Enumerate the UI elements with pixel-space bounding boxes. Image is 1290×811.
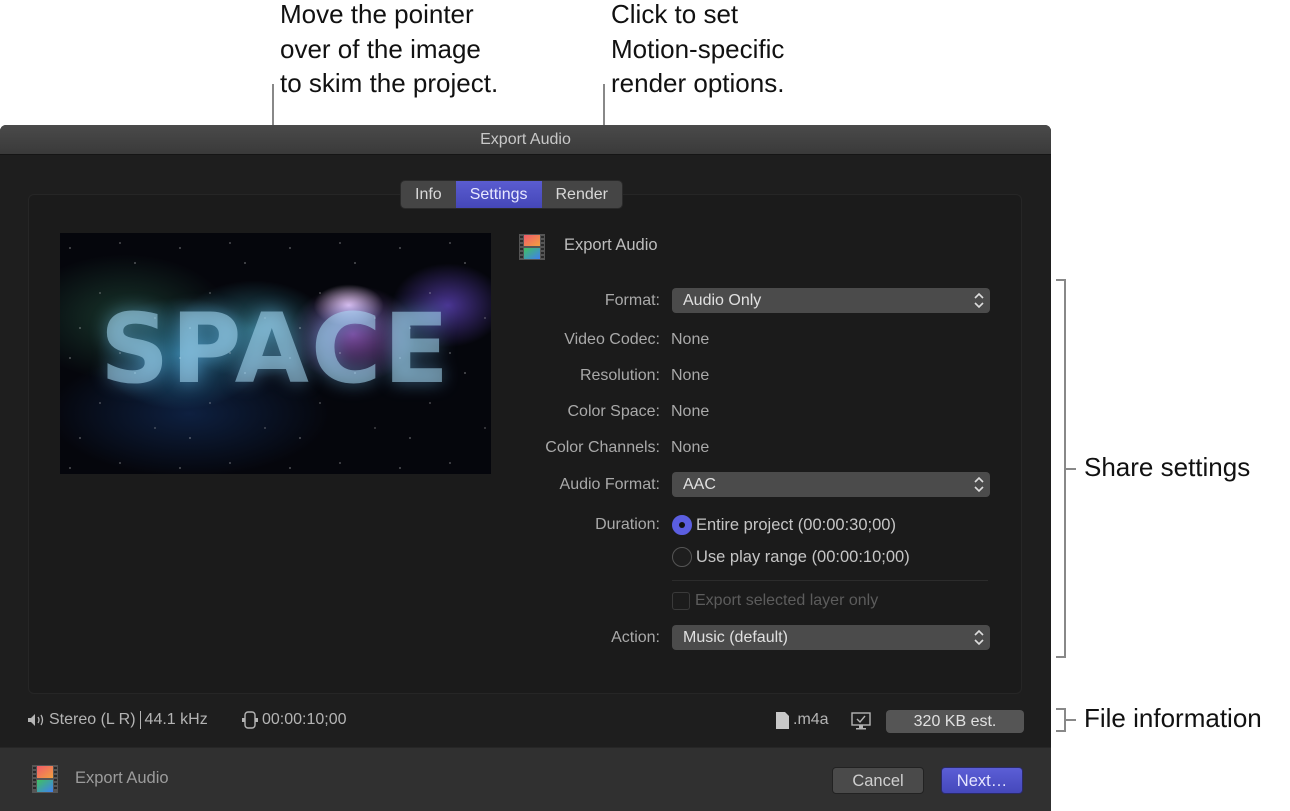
- color-space-value: None: [671, 403, 710, 420]
- up-down-chevron-icon: [974, 292, 984, 309]
- callout-render: Click to set Motion-specific render opti…: [611, 0, 785, 98]
- dialog-footer: Export Audio Cancel Next…: [0, 747, 1051, 811]
- cancel-button[interactable]: Cancel: [832, 767, 924, 794]
- audio-format-label: Audio Format:: [559, 476, 660, 493]
- next-button[interactable]: Next…: [941, 767, 1023, 794]
- preview-title-text: SPACE: [99, 293, 451, 405]
- duration-label: Duration:: [595, 516, 660, 533]
- duration-clip-icon: [242, 711, 258, 729]
- duration-play-range-radio[interactable]: Use play range (00:00:10;00): [672, 546, 910, 568]
- file-info-bar: Stereo (L R) 44.1 kHz 00:00:10;00 .m4a 3…: [0, 701, 1051, 745]
- color-channels-value: None: [671, 439, 710, 456]
- resolution-row: Resolution: None: [510, 363, 990, 389]
- share-settings-bracket-tick: [1066, 468, 1076, 470]
- radio-button[interactable]: [672, 547, 692, 567]
- audio-format-select[interactable]: AAC: [672, 472, 990, 497]
- action-row: Action: Music (default): [510, 625, 990, 651]
- settings-header-title: Export Audio: [564, 236, 658, 254]
- action-label: Action:: [611, 629, 660, 646]
- window-title: Export Audio: [0, 125, 1051, 155]
- video-codec-value: None: [671, 331, 710, 348]
- audio-info: Stereo (L R) 44.1 kHz: [27, 711, 208, 729]
- duration-info: 00:00:10;00: [242, 711, 347, 729]
- resolution-label: Resolution:: [579, 367, 660, 384]
- project-preview-image[interactable]: SPACE: [60, 233, 491, 474]
- format-value: Audio Only: [683, 292, 762, 309]
- speaker-icon: [28, 714, 44, 726]
- file-info-bracket-tick: [1066, 719, 1076, 721]
- action-select[interactable]: Music (default): [672, 625, 990, 650]
- duration-entire-project-radio[interactable]: Entire project (00:00:30;00): [672, 514, 896, 536]
- export-selected-layer-label: Export selected layer only: [695, 592, 879, 609]
- action-value: Music (default): [683, 629, 788, 646]
- format-select[interactable]: Audio Only: [672, 288, 990, 313]
- color-space-row: Color Space: None: [510, 399, 990, 425]
- tab-bar: Info Settings Render: [401, 181, 622, 208]
- audio-channels-text: Stereo (L R): [49, 711, 136, 728]
- tab-info[interactable]: Info: [401, 181, 456, 208]
- audio-format-row: Audio Format: AAC: [510, 472, 990, 498]
- callout-share-settings: Share settings: [1084, 452, 1251, 482]
- file-extension-text: .m4a: [793, 711, 829, 728]
- format-label: Format:: [604, 292, 660, 309]
- export-selected-layer-checkbox-row: Export selected layer only: [672, 592, 878, 610]
- callout-file-information: File information: [1084, 703, 1262, 733]
- footer-title: Export Audio: [75, 769, 169, 787]
- resolution-value: None: [671, 367, 710, 384]
- color-channels-label: Color Channels:: [545, 439, 660, 456]
- export-audio-window: Export Audio Info Settings Render SPACE …: [0, 125, 1051, 811]
- video-codec-row: Video Codec: None: [510, 327, 990, 353]
- duration-text: 00:00:10;00: [262, 711, 347, 728]
- document-icon: [776, 711, 789, 729]
- callout-skim: Move the pointer over of the image to sk…: [280, 0, 499, 98]
- radio-button-selected[interactable]: [672, 515, 692, 535]
- export-selected-layer-checkbox[interactable]: [672, 592, 690, 610]
- file-info-bracket: [1056, 708, 1066, 732]
- info-separator: [139, 711, 141, 729]
- duration-entire-project-label: Entire project (00:00:30;00): [696, 515, 896, 534]
- video-codec-label: Video Codec:: [564, 331, 660, 348]
- sample-rate-text: 44.1 kHz: [144, 711, 208, 728]
- display-check-icon: [851, 712, 871, 730]
- share-settings-bracket: [1056, 279, 1066, 658]
- film-strip-icon: [519, 234, 545, 260]
- format-row: Format: Audio Only: [510, 288, 990, 314]
- file-extension-info: .m4a: [776, 711, 829, 729]
- color-space-label: Color Space:: [567, 403, 661, 420]
- tab-settings[interactable]: Settings: [455, 181, 542, 208]
- settings-divider: [672, 580, 988, 581]
- color-channels-row: Color Channels: None: [510, 435, 990, 461]
- estimated-file-size: 320 KB est.: [886, 710, 1024, 733]
- film-strip-icon: [32, 765, 58, 793]
- tab-render[interactable]: Render: [542, 181, 622, 208]
- up-down-chevron-icon: [974, 629, 984, 646]
- up-down-chevron-icon: [974, 476, 984, 493]
- duration-play-range-label: Use play range (00:00:10;00): [696, 547, 910, 566]
- audio-format-value: AAC: [683, 476, 716, 493]
